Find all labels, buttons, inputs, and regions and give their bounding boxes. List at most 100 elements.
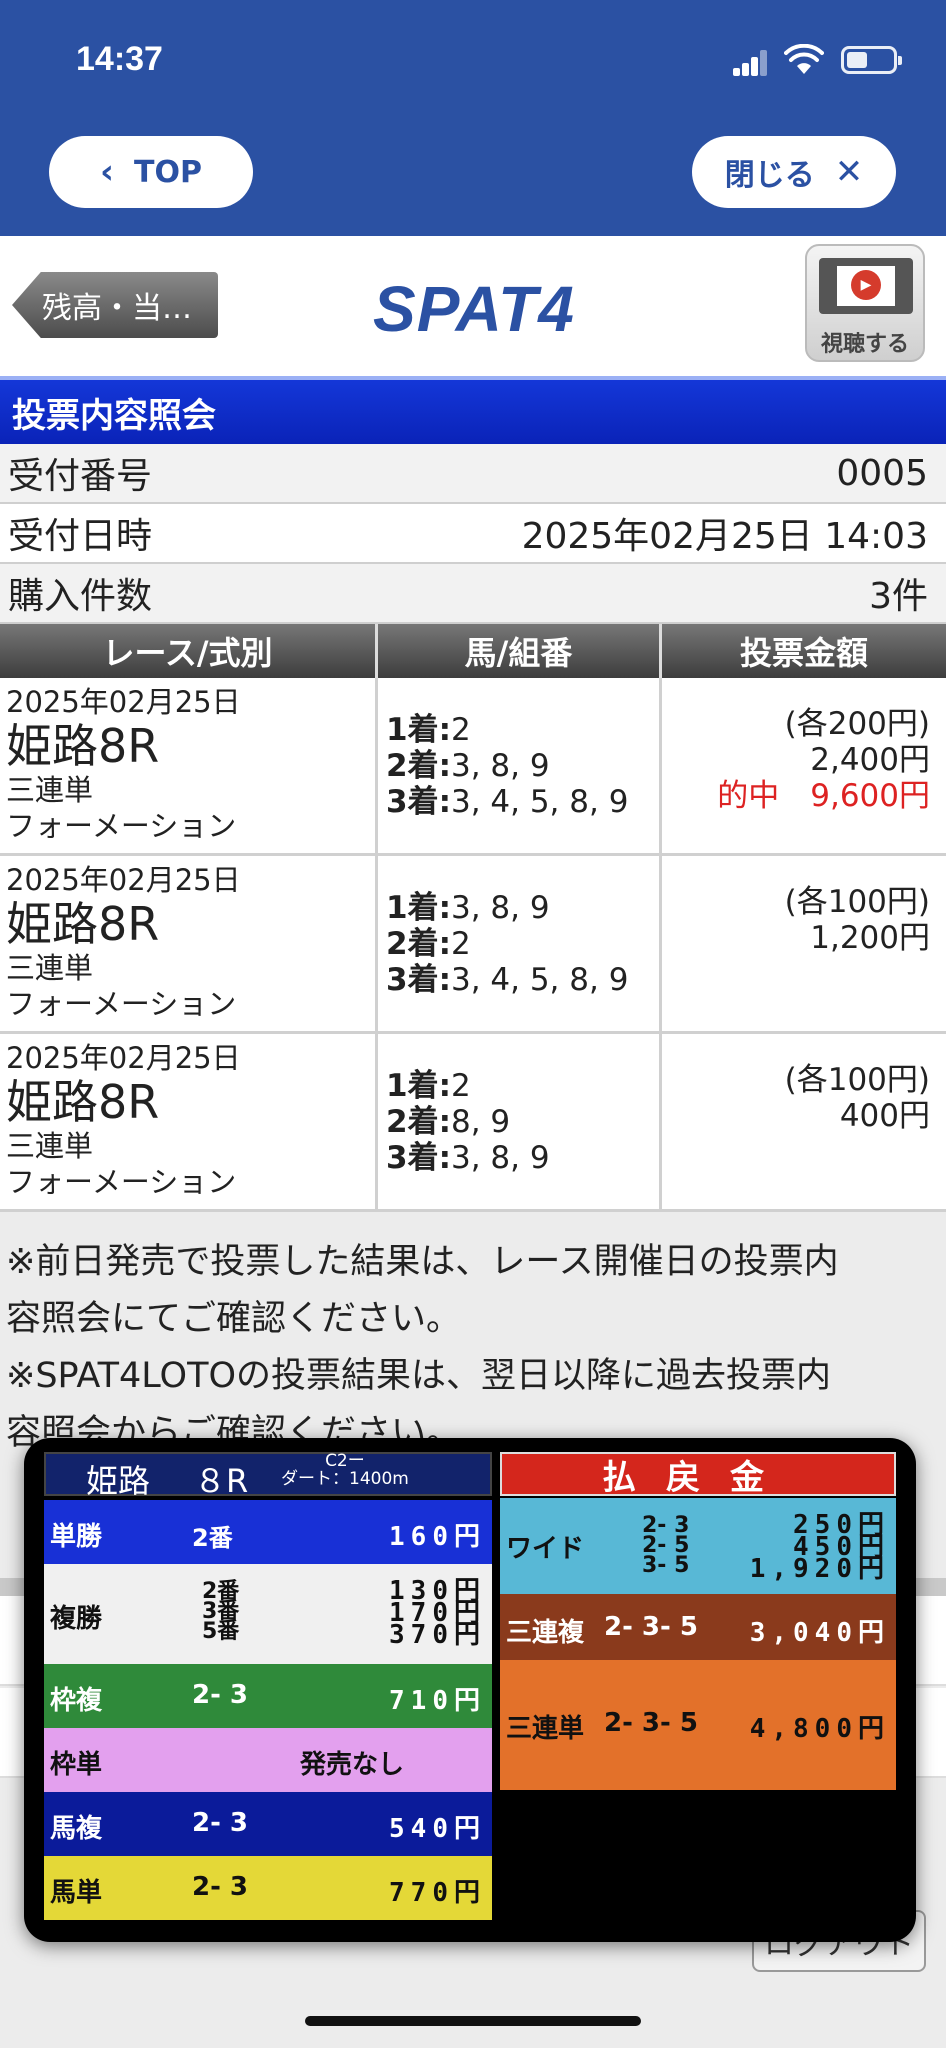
table-row: 2025年02月25日 姫路8R 三連単 フォーメーション 1着:2 2着:8,… <box>0 1034 946 1212</box>
bet-type: 三連単 <box>6 1129 94 1163</box>
place-value: 2 <box>450 926 471 962</box>
close-button[interactable]: 閉じる ✕ <box>692 136 896 208</box>
bet-amounts: 250円 450円 1,920円 <box>749 1512 890 1584</box>
bet-method: フォーメーション <box>6 987 237 1021</box>
bet-name: ワイド <box>506 1534 585 1564</box>
race-class-text: C2ー <box>325 1451 365 1471</box>
bet-combo: 2番 <box>192 1524 233 1552</box>
table-header: レース/式別 馬/組番 投票金額 <box>0 624 946 678</box>
bet-amount: 540円 <box>389 1814 486 1844</box>
hit-amount: 的中 9,600円 <box>717 778 930 814</box>
bet-amounts: 130円 170円 370円 <box>389 1578 486 1648</box>
payout-place: 複勝 2番 3番 5番 130円 170円 370円 <box>44 1564 492 1664</box>
venue-name: 姫路 <box>86 1462 151 1500</box>
close-icon: ✕ <box>834 152 864 192</box>
combo-cell: 1着:2 2着:3, 8, 9 3着:3, 4, 5, 8, 9 <box>378 678 662 853</box>
watch-button-label: 視聴する <box>820 332 909 357</box>
wifi-icon <box>784 44 824 74</box>
note-line: 容照会にてご確認ください。 <box>6 1299 462 1339</box>
payout-bracket-exacta: 枠単 発売なし <box>44 1728 492 1792</box>
amount-line: 1,920円 <box>749 1554 890 1584</box>
bet-type: 三連単 <box>6 773 94 807</box>
bet-amount: 770円 <box>389 1878 486 1908</box>
payout-wide: ワイド 2- 3 2- 5 3- 5 250円 450円 1,920円 <box>500 1498 896 1594</box>
payout-bracket-quinella: 枠複 2- 3 710円 <box>44 1664 492 1728</box>
race-info-bar: 姫路 ８R C2ー ダート：1400m <box>44 1452 492 1500</box>
amount-cell: (各100円) 1,200円 <box>662 856 946 1031</box>
race-name: 姫路8R <box>6 719 160 773</box>
bet-combo: 2- 3 <box>192 1872 249 1902</box>
signal-icon <box>733 50 769 76</box>
bet-combo: 2- 3- 5 <box>604 1612 698 1642</box>
bet-name: 枠単 <box>50 1750 103 1780</box>
note-line: ※前日発売で投票した結果は、レース開催日の投票内 <box>6 1242 839 1282</box>
bet-amount: 4,800円 <box>749 1714 890 1744</box>
bet-name: 馬複 <box>50 1814 103 1844</box>
place-label: 3着: <box>386 962 451 998</box>
race-date: 2025年02月25日 <box>6 1041 241 1075</box>
play-icon: ▶ <box>851 270 881 300</box>
payout-title: 払戻金 <box>500 1452 896 1498</box>
bet-combos: 2番 3番 5番 <box>202 1581 240 1644</box>
race-cell: 2025年02月25日 姫路8R 三連単 フォーメーション <box>0 678 378 853</box>
race-number: ８R <box>194 1462 249 1500</box>
place-label: 3着: <box>386 784 451 820</box>
bet-name: 複勝 <box>50 1604 103 1634</box>
place-label: 1着: <box>386 890 451 926</box>
video-overlay[interactable]: 姫路 ８R C2ー ダート：1400m 払戻金 単勝 2番 160円 複勝 2番… <box>24 1438 916 1942</box>
place-label: 3着: <box>386 1140 451 1176</box>
bet-note: 発売なし <box>300 1750 405 1780</box>
payout-quinella: 馬複 2- 3 540円 <box>44 1792 492 1856</box>
top-bar: 14:37 ‹ TOP 閉じる ✕ <box>0 0 946 236</box>
info-row-received-at: 受付日時 2025年02月25日 14:03 <box>0 504 946 564</box>
note-line: ※SPAT4LOTOの投票結果は、翌日以降に過去投票内 <box>6 1356 832 1396</box>
race-distance: ダート：1400m <box>281 1469 409 1489</box>
race-name: 姫路8R <box>6 897 160 951</box>
column-header: 馬/組番 <box>378 624 662 678</box>
bet-amount: 3,040円 <box>749 1618 890 1648</box>
bet-name: 枠複 <box>50 1686 103 1716</box>
place-value: 2 <box>450 712 471 748</box>
place-value: 3, 8, 9 <box>450 890 550 926</box>
bet-type: 三連単 <box>6 951 94 985</box>
place-label: 1着: <box>386 1068 451 1104</box>
bet-name: 単勝 <box>50 1522 103 1552</box>
combo-line: 3- 5 <box>642 1553 690 1578</box>
combo-line: 5番 <box>202 1619 240 1644</box>
watch-button[interactable]: ▶ 視聴する <box>805 244 925 362</box>
table-row: 2025年02月25日 姫路8R 三連単 フォーメーション 1着:3, 8, 9… <box>0 856 946 1034</box>
top-button-label: TOP <box>134 154 202 190</box>
info-value: 3件 <box>869 576 928 617</box>
payout-trio: 三連複 2- 3- 5 3,040円 <box>500 1594 896 1660</box>
bet-method: フォーメーション <box>6 1165 237 1199</box>
unit-amount: (各100円) <box>784 1062 930 1098</box>
info-row-receipt-number: 受付番号 0005 <box>0 444 946 504</box>
status-time: 14:37 <box>76 40 163 78</box>
race-date: 2025年02月25日 <box>6 685 241 719</box>
site-header: 残高・当… SPAT4 ▶ 視聴する <box>0 236 946 378</box>
place-value: 3, 4, 5, 8, 9 <box>450 962 629 998</box>
race-date: 2025年02月25日 <box>6 863 241 897</box>
payout-trifecta: 三連単 2- 3- 5 4,800円 <box>500 1660 896 1790</box>
race-class: C2ー ダート：1400m <box>281 1452 409 1488</box>
place-label: 2着: <box>386 1104 451 1140</box>
bet-combo: 2- 3- 5 <box>604 1708 698 1738</box>
home-indicator[interactable] <box>305 2016 641 2026</box>
payout-exacta: 馬単 2- 3 770円 <box>44 1856 492 1920</box>
battery-icon <box>841 46 902 74</box>
top-button[interactable]: ‹ TOP <box>49 136 253 208</box>
place-value: 8, 9 <box>450 1104 511 1140</box>
place-value: 3, 4, 5, 8, 9 <box>450 784 629 820</box>
info-row-purchase-count: 購入件数 3件 <box>0 564 946 624</box>
bet-name: 三連単 <box>506 1714 585 1744</box>
total-amount: 2,400円 <box>810 742 930 778</box>
bet-table: レース/式別 馬/組番 投票金額 2025年02月25日 姫路8R 三連単 フォ… <box>0 624 946 1212</box>
bet-combos: 2- 3 2- 5 3- 5 <box>642 1515 690 1578</box>
combo-cell: 1着:2 2着:8, 9 3着:3, 8, 9 <box>378 1034 662 1209</box>
back-button[interactable]: 残高・当… <box>12 272 218 338</box>
place-label: 2着: <box>386 926 451 962</box>
page-title: 投票内容照会 <box>0 376 946 444</box>
bet-amount: 710円 <box>389 1686 486 1716</box>
info-label: 受付日時 <box>8 516 153 557</box>
place-label: 2着: <box>386 748 451 784</box>
